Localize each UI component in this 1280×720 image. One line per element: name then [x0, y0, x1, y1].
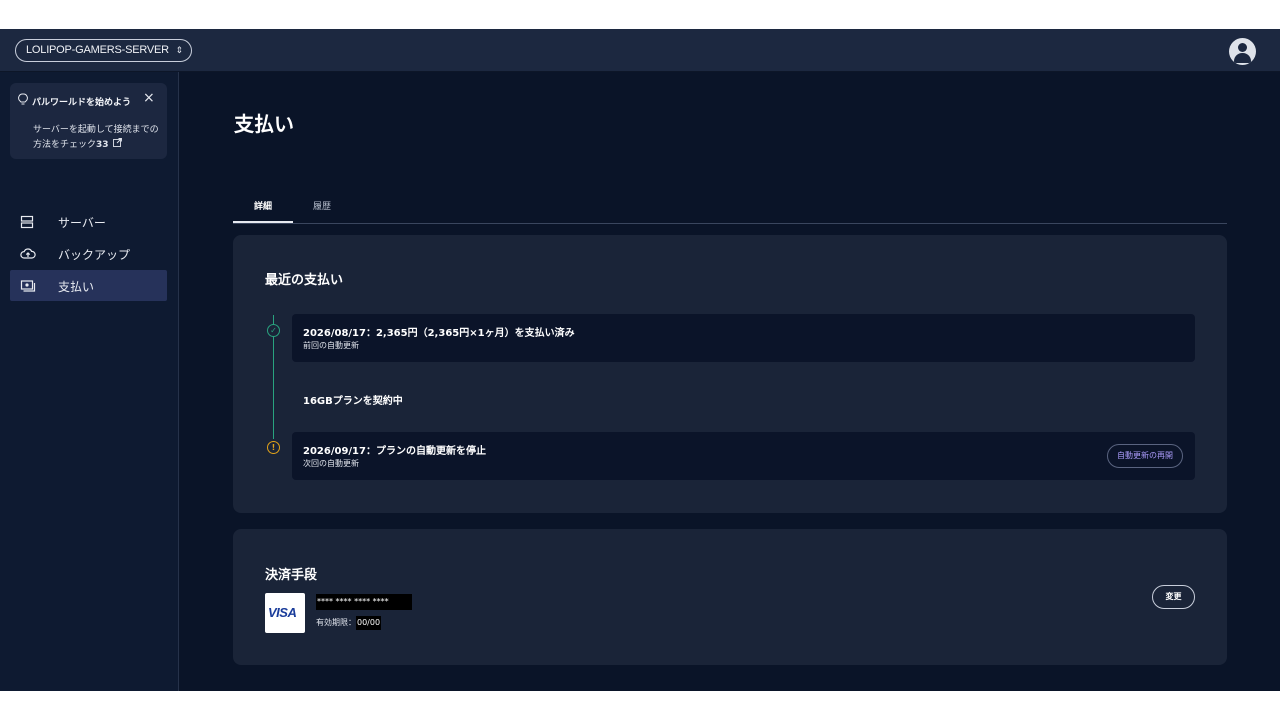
card-number: **** **** **** ****: [316, 594, 412, 610]
timeline-row-plan: 16GBプランを契約中: [292, 375, 1195, 423]
timeline-row-text: 2026/08/17：2,365円（2,365円×1ヶ月）を支払い済み: [303, 328, 575, 339]
visa-logo: VISA: [265, 593, 305, 633]
lightbulb-icon: [18, 93, 28, 109]
page-title: 支払い: [234, 112, 294, 136]
payment-method-card: 決済手段 VISA **** **** **** **** 有効期限：00/00…: [233, 529, 1227, 665]
cloud-upload-icon: [20, 246, 36, 260]
timeline-row-text: 2026/09/17：プランの自動更新を停止: [303, 446, 486, 457]
timeline-row-subtext: 次回の自動更新: [303, 459, 359, 468]
tab-bar: 詳細 履歴: [233, 192, 1227, 224]
sidebar-item-label: サーバー: [58, 216, 106, 230]
resume-auto-renewal-button[interactable]: 自動更新の再開: [1107, 444, 1183, 468]
card-expiry-label: 有効期限：: [316, 618, 356, 627]
external-link-icon: [111, 138, 123, 150]
server-selector[interactable]: LOLIPOP-GAMERS-SERVER ⇕: [15, 39, 192, 62]
server-icon: [20, 214, 36, 229]
timeline-row-stopped: 2026/09/17：プランの自動更新を停止 次回の自動更新 自動更新の再開: [292, 432, 1195, 480]
sidebar-item-server[interactable]: サーバー: [10, 206, 167, 237]
sidebar: パルワールドを始めよう × サーバーを起動して接続までの方法をチェック33 サー…: [0, 72, 179, 691]
check-circle-icon: ✓: [267, 324, 280, 337]
card-expiry-value: 00/00: [356, 616, 382, 630]
tip-text[interactable]: サーバーを起動して接続までの方法をチェック33: [33, 123, 161, 153]
timeline-row-paid: 2026/08/17：2,365円（2,365円×1ヶ月）を支払い済み 前回の自…: [292, 314, 1195, 362]
change-payment-method-button[interactable]: 変更: [1152, 585, 1195, 609]
timeline-row-text: 16GBプランを契約中: [303, 396, 403, 407]
getting-started-tip: パルワールドを始めよう × サーバーを起動して接続までの方法をチェック33: [10, 83, 167, 159]
payment-method-title: 決済手段: [265, 568, 318, 583]
timeline-row-subtext: 前回の自動更新: [303, 341, 359, 350]
app-window: LOLIPOP-GAMERS-SERVER ⇕ パルワールドを始めよう × サー…: [0, 29, 1280, 691]
top-bar: LOLIPOP-GAMERS-SERVER ⇕: [0, 29, 1280, 72]
tip-text-number: 33: [96, 140, 109, 150]
card-expiry: 有効期限：00/00: [316, 616, 382, 630]
tip-title: パルワールドを始めよう: [32, 98, 132, 108]
visa-logo-text: VISA: [268, 605, 297, 620]
sidebar-item-payment[interactable]: 支払い: [10, 270, 167, 301]
user-avatar-icon[interactable]: [1229, 38, 1256, 65]
main-content: 支払い 詳細 履歴 最近の支払い 2026/08/17：2,365円（2,365…: [179, 72, 1280, 691]
sidebar-item-label: バックアップ: [58, 248, 131, 262]
server-selector-label: LOLIPOP-GAMERS-SERVER: [26, 44, 169, 56]
recent-payments-card: 最近の支払い 2026/08/17：2,365円（2,365円×1ヶ月）を支払い…: [233, 235, 1227, 513]
warning-circle-icon: !: [267, 441, 280, 454]
sidebar-item-label: 支払い: [58, 280, 95, 294]
sidebar-item-backup[interactable]: バックアップ: [10, 238, 167, 269]
chevron-updown-icon: ⇕: [175, 45, 184, 55]
tab-history[interactable]: 履歴: [313, 199, 331, 223]
tab-details[interactable]: 詳細: [233, 199, 293, 223]
recent-payments-title: 最近の支払い: [265, 273, 344, 288]
payment-icon: [20, 278, 36, 292]
close-icon[interactable]: ×: [143, 91, 155, 105]
